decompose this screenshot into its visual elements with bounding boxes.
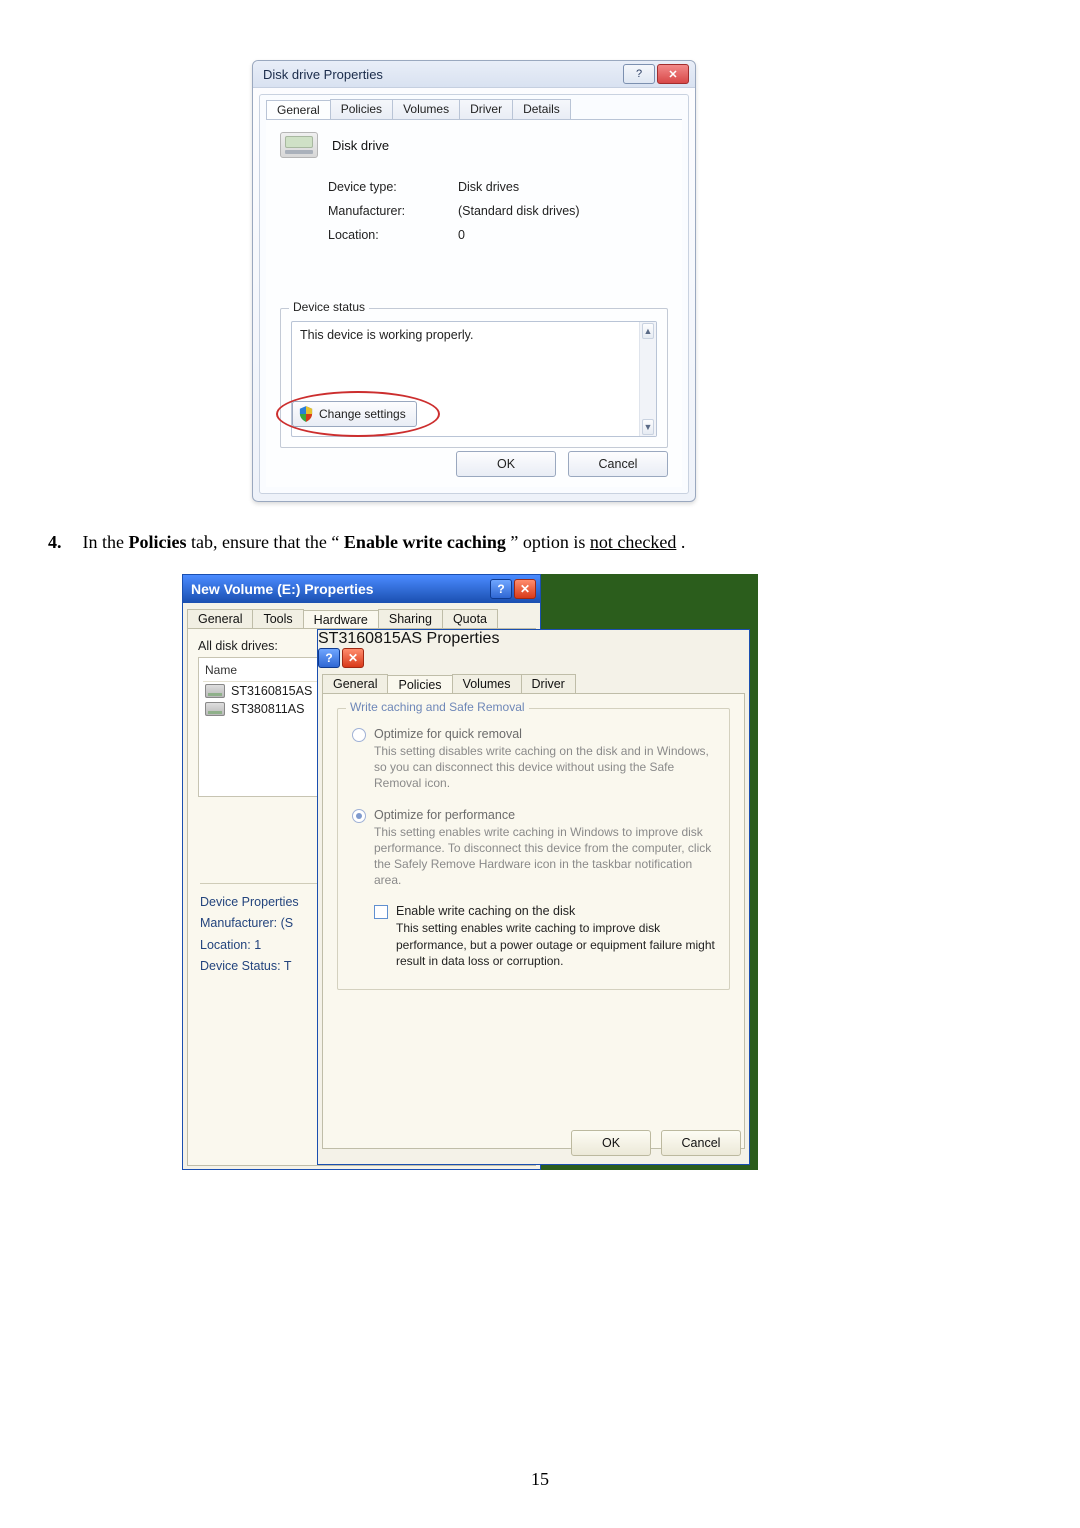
tab-general[interactable]: General: [266, 100, 331, 120]
device-status-value: This device is working properly.: [300, 328, 473, 342]
instr-underlined: not checked: [590, 532, 676, 552]
scroll-up-icon[interactable]: ▲: [642, 323, 654, 339]
inner-tab-volumes[interactable]: Volumes: [452, 674, 522, 693]
outer-title: New Volume (E:) Properties: [191, 581, 374, 597]
page-number: 15: [0, 1469, 1080, 1490]
outer-tab-general[interactable]: General: [187, 609, 253, 628]
disk-drive-icon: [280, 132, 318, 158]
hdd-icon: [205, 684, 225, 698]
instr-bold1: Policies: [128, 532, 186, 552]
outer-tabs: General Tools Hardware Sharing Quota: [183, 603, 540, 628]
inner-help-button[interactable]: ?: [318, 648, 340, 668]
outer-close-button[interactable]: ✕: [514, 579, 536, 599]
tab-volumes[interactable]: Volumes: [392, 99, 460, 119]
step-number: 4.: [48, 530, 78, 555]
dialog-title: Disk drive Properties: [263, 67, 383, 82]
optimize-quick-removal: Optimize for quick removal This setting …: [352, 727, 715, 804]
dialog-titlebar[interactable]: Disk drive Properties ? ✕: [253, 61, 695, 88]
inner-ok-button[interactable]: OK: [571, 1130, 651, 1156]
outer-tab-hardware[interactable]: Hardware: [303, 610, 379, 629]
tab-details[interactable]: Details: [512, 99, 571, 119]
inner-tab-general[interactable]: General: [322, 674, 388, 693]
inner-cancel-button[interactable]: Cancel: [661, 1130, 741, 1156]
change-settings-label: Change settings: [319, 407, 406, 421]
help-button[interactable]: ?: [623, 64, 655, 84]
device-type-value: Disk drives: [458, 180, 668, 194]
disk-drive-properties-dialog: Disk drive Properties ? ✕ General Polici…: [252, 60, 696, 502]
write-caching-group-label: Write caching and Safe Removal: [346, 700, 529, 714]
outer-tab-quota[interactable]: Quota: [442, 609, 498, 628]
inner-tab-driver[interactable]: Driver: [521, 674, 576, 693]
hdd-icon: [205, 702, 225, 716]
optimize-quick-removal-desc: This setting disables write caching on t…: [374, 743, 715, 792]
write-caching-group: Write caching and Safe Removal Optimize …: [337, 708, 730, 990]
tab-policies[interactable]: Policies: [330, 99, 393, 119]
optimize-quick-removal-label: Optimize for quick removal: [374, 727, 715, 741]
manufacturer-value: (Standard disk drives): [458, 204, 668, 218]
radio-quick-removal[interactable]: [352, 728, 366, 742]
dialog-client-area: General Policies Volumes Driver Details …: [259, 94, 689, 494]
status-scrollbar[interactable]: ▲ ▼: [639, 322, 656, 436]
outer-tab-tools[interactable]: Tools: [252, 609, 303, 628]
device-status-label: Device status: [289, 300, 369, 314]
cancel-button[interactable]: Cancel: [568, 451, 668, 477]
optimize-performance-label: Optimize for performance: [374, 808, 715, 822]
instr-end: .: [681, 532, 686, 552]
close-button[interactable]: ✕: [657, 64, 689, 84]
instr-pre: In the: [83, 532, 129, 552]
enable-write-caching-label: Enable write caching on the disk: [396, 904, 715, 918]
inner-titlebar[interactable]: ST3160815AS Properties ? ✕: [318, 630, 749, 668]
drive-name: ST3160815AS: [231, 684, 312, 698]
outer-titlebar[interactable]: New Volume (E:) Properties ? ✕: [183, 575, 540, 603]
drive-name: ST380811AS: [231, 702, 304, 716]
optimize-performance-desc: This setting enables write caching in Wi…: [374, 824, 715, 889]
change-settings-highlight: Change settings: [276, 391, 440, 437]
instruction-step-4: 4. In the Policies tab, ensure that the …: [48, 530, 1032, 555]
inner-tabs: General Policies Volumes Driver: [318, 668, 749, 693]
st3160815as-properties-dialog: ST3160815AS Properties ? ✕ General Polic…: [317, 629, 750, 1165]
radio-performance[interactable]: [352, 809, 366, 823]
inner-close-button[interactable]: ✕: [342, 648, 364, 668]
optimize-performance: Optimize for performance This setting en…: [352, 808, 715, 901]
ok-button[interactable]: OK: [456, 451, 556, 477]
change-settings-button[interactable]: Change settings: [292, 401, 417, 427]
device-name: Disk drive: [332, 138, 389, 153]
checkbox-write-caching[interactable]: [374, 905, 388, 919]
instr-post: ” option is: [510, 532, 590, 552]
policies-panel: Write caching and Safe Removal Optimize …: [322, 693, 745, 1149]
general-panel: Disk drive Device type: Disk drives Manu…: [266, 119, 682, 487]
location-label: Location:: [328, 228, 458, 242]
screenshot-2: New Volume (E:) Properties ? ✕ General T…: [182, 574, 758, 1170]
enable-write-caching: Enable write caching on the disk This se…: [374, 904, 715, 969]
inner-title: ST3160815AS Properties: [318, 630, 499, 647]
manufacturer-label: Manufacturer:: [328, 204, 458, 218]
device-type-label: Device type:: [328, 180, 458, 194]
tab-driver[interactable]: Driver: [459, 99, 513, 119]
instr-bold2: Enable write caching: [344, 532, 506, 552]
dialog1-tabs: General Policies Volumes Driver Details: [260, 95, 688, 119]
scroll-down-icon[interactable]: ▼: [642, 419, 654, 435]
shield-icon: [299, 406, 313, 422]
instr-mid: tab, ensure that the “: [191, 532, 339, 552]
inner-tab-policies[interactable]: Policies: [387, 675, 452, 694]
location-value: 0: [458, 228, 668, 242]
outer-help-button[interactable]: ?: [490, 579, 512, 599]
enable-write-caching-desc: This setting enables write caching to im…: [396, 920, 715, 969]
outer-tab-sharing[interactable]: Sharing: [378, 609, 443, 628]
